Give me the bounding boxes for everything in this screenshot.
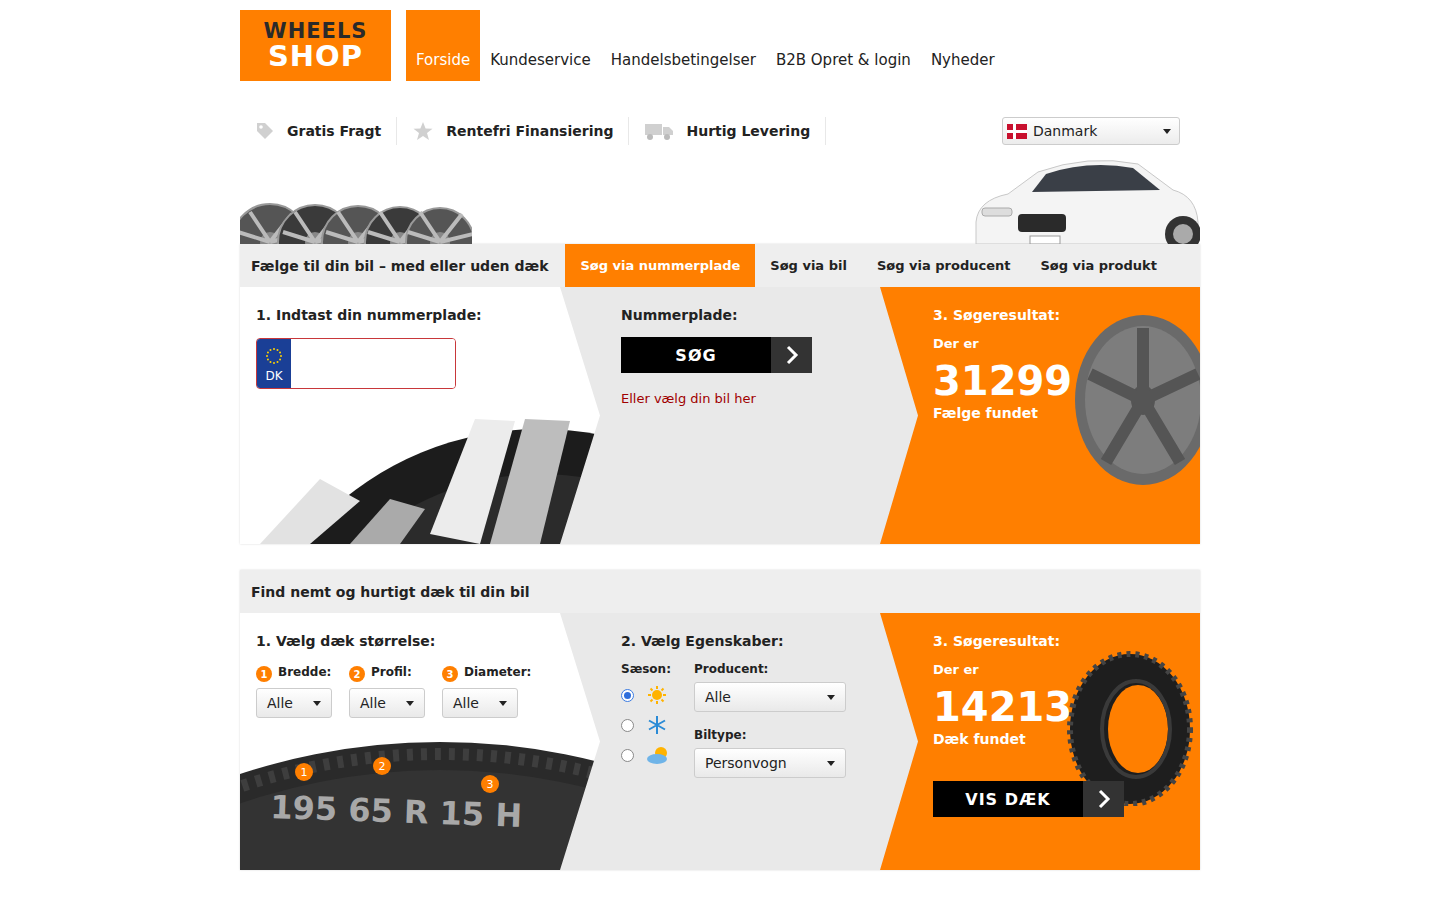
size-fields: 1Bredde:Alle 2Profil:Alle 3Diameter:Alle [256, 662, 584, 718]
rim-image-icon [1058, 312, 1200, 487]
rim-result: 3. Søgeresultat:Der er31299Fælge fundet [880, 287, 1200, 544]
svg-text:3: 3 [487, 778, 494, 791]
page: WHEELSSHOPForsideKundeserviceHandelsbeti… [240, 0, 1200, 870]
nav-item[interactable]: Kundeservice [480, 10, 601, 81]
wheels-image-icon [240, 202, 472, 244]
season-option[interactable] [621, 714, 672, 736]
header: WHEELSSHOPForsideKundeserviceHandelsbeti… [240, 0, 1200, 81]
step-badge: 2 [349, 666, 365, 682]
country-badge: DK [257, 339, 291, 388]
danish-flag-icon [1007, 124, 1027, 139]
banner [240, 151, 1200, 244]
caret-icon [827, 761, 835, 766]
size-step: 1. Vælg dæk størrelse:1Bredde:Alle2Profi… [240, 613, 600, 870]
nav-item[interactable]: Handelsbetingelser [601, 10, 766, 81]
caret-icon [827, 695, 835, 700]
search-tab[interactable]: Søg via nummerplade [565, 244, 755, 287]
svg-text:2: 2 [379, 760, 386, 773]
feature-item: Rentefri Finansiering [397, 117, 629, 145]
chevron-icon [785, 345, 799, 365]
rim-search-panel: Fælge til din bil – med eller uden dækSø… [240, 244, 1200, 544]
marker-badge [481, 775, 499, 793]
step-badge: 3 [442, 666, 458, 682]
property-selects: Producent:AlleBiltype:Personvogn [694, 662, 846, 778]
size-field: 3Diameter:Alle [442, 662, 531, 718]
search-tab[interactable]: Søg via bil [755, 244, 862, 287]
summer-icon [646, 685, 668, 705]
producer-select[interactable]: Alle [694, 682, 846, 712]
show-tires-button[interactable]: VIS DÆK [933, 781, 1124, 817]
marker-badge [295, 763, 313, 781]
country-select[interactable]: Danmark [1002, 117, 1180, 145]
search-step: Nummerplade:SØGEller vælg din bil her [560, 287, 920, 544]
cartype-select[interactable]: Personvogn [694, 748, 846, 778]
plate-step: 1. Indtast din nummerplade:DK [240, 287, 600, 544]
season-option[interactable] [621, 744, 672, 766]
caret-icon [313, 701, 321, 706]
rim-illustration-icon [240, 409, 600, 544]
season-option[interactable] [621, 684, 672, 706]
search-tab[interactable]: Søg via produkt [1025, 244, 1171, 287]
feature-item: Gratis Fragt [240, 117, 397, 145]
allseason-icon [646, 745, 672, 765]
rim-tab-bar: Fælge til din bil – med eller uden dækSø… [240, 244, 1200, 287]
size-select[interactable]: Alle [442, 688, 518, 718]
rim-heading: Fælge til din bil – med eller uden dæk [240, 244, 565, 287]
season-radio[interactable] [621, 749, 634, 762]
plate-field[interactable]: DK [256, 338, 456, 389]
feature-item: Hurtig Levering [629, 117, 826, 145]
tire-search-panel: Find nemt og hurtigt dæk til din bil1. V… [240, 570, 1200, 870]
nav-item[interactable]: Nyheder [921, 10, 1005, 81]
search-tab[interactable]: Søg via producent [862, 244, 1026, 287]
caret-icon [1163, 129, 1171, 134]
search-button[interactable]: SØG [621, 337, 812, 373]
tire-result: 3. Søgeresultat:Der er14213Dæk fundetVIS… [880, 613, 1200, 870]
chevron-icon [1097, 789, 1111, 809]
plate-input[interactable] [291, 339, 455, 388]
svg-text:1: 1 [301, 766, 308, 779]
truck-icon [644, 121, 674, 141]
season-radio[interactable] [621, 719, 634, 732]
size-field: 2Profil:Alle [349, 662, 425, 718]
tire-heading-bar: Find nemt og hurtigt dæk til din bil [240, 570, 1200, 613]
season-group: Sæson: [621, 662, 672, 778]
tire-count: 14213 [933, 683, 1180, 731]
main-nav: ForsideKundeserviceHandelsbetingelserB2B… [406, 10, 1005, 81]
tag-icon [255, 121, 275, 141]
property-step: 2. Vælg Egenskaber:Sæson:Producent:AlleB… [560, 613, 920, 870]
svg-text:195 65 R 15 H: 195 65 R 15 H [270, 788, 523, 835]
choose-car-link[interactable]: Eller vælg din bil her [621, 391, 900, 406]
caret-icon [406, 701, 414, 706]
size-select[interactable]: Alle [349, 688, 425, 718]
logo[interactable]: WHEELSSHOP [240, 10, 391, 81]
feature-bar: Gratis FragtRentefri FinansieringHurtig … [240, 111, 1200, 151]
tire-sidewall-icon: 195 65 R 15 H 1 2 3 [240, 742, 600, 870]
marker-badge [373, 757, 391, 775]
size-field: 1Bredde:Alle [256, 662, 332, 718]
step-badge: 1 [256, 666, 272, 682]
caret-icon [499, 701, 507, 706]
nav-item[interactable]: B2B Opret & login [766, 10, 921, 81]
size-select[interactable]: Alle [256, 688, 332, 718]
eu-stars-icon [264, 346, 284, 366]
rim-count: 31299 [933, 357, 1180, 405]
winter-icon [646, 715, 668, 735]
car-image-icon [968, 152, 1200, 244]
nav-item[interactable]: Forside [406, 10, 480, 81]
star-icon [412, 121, 434, 141]
season-radio[interactable] [621, 689, 634, 702]
